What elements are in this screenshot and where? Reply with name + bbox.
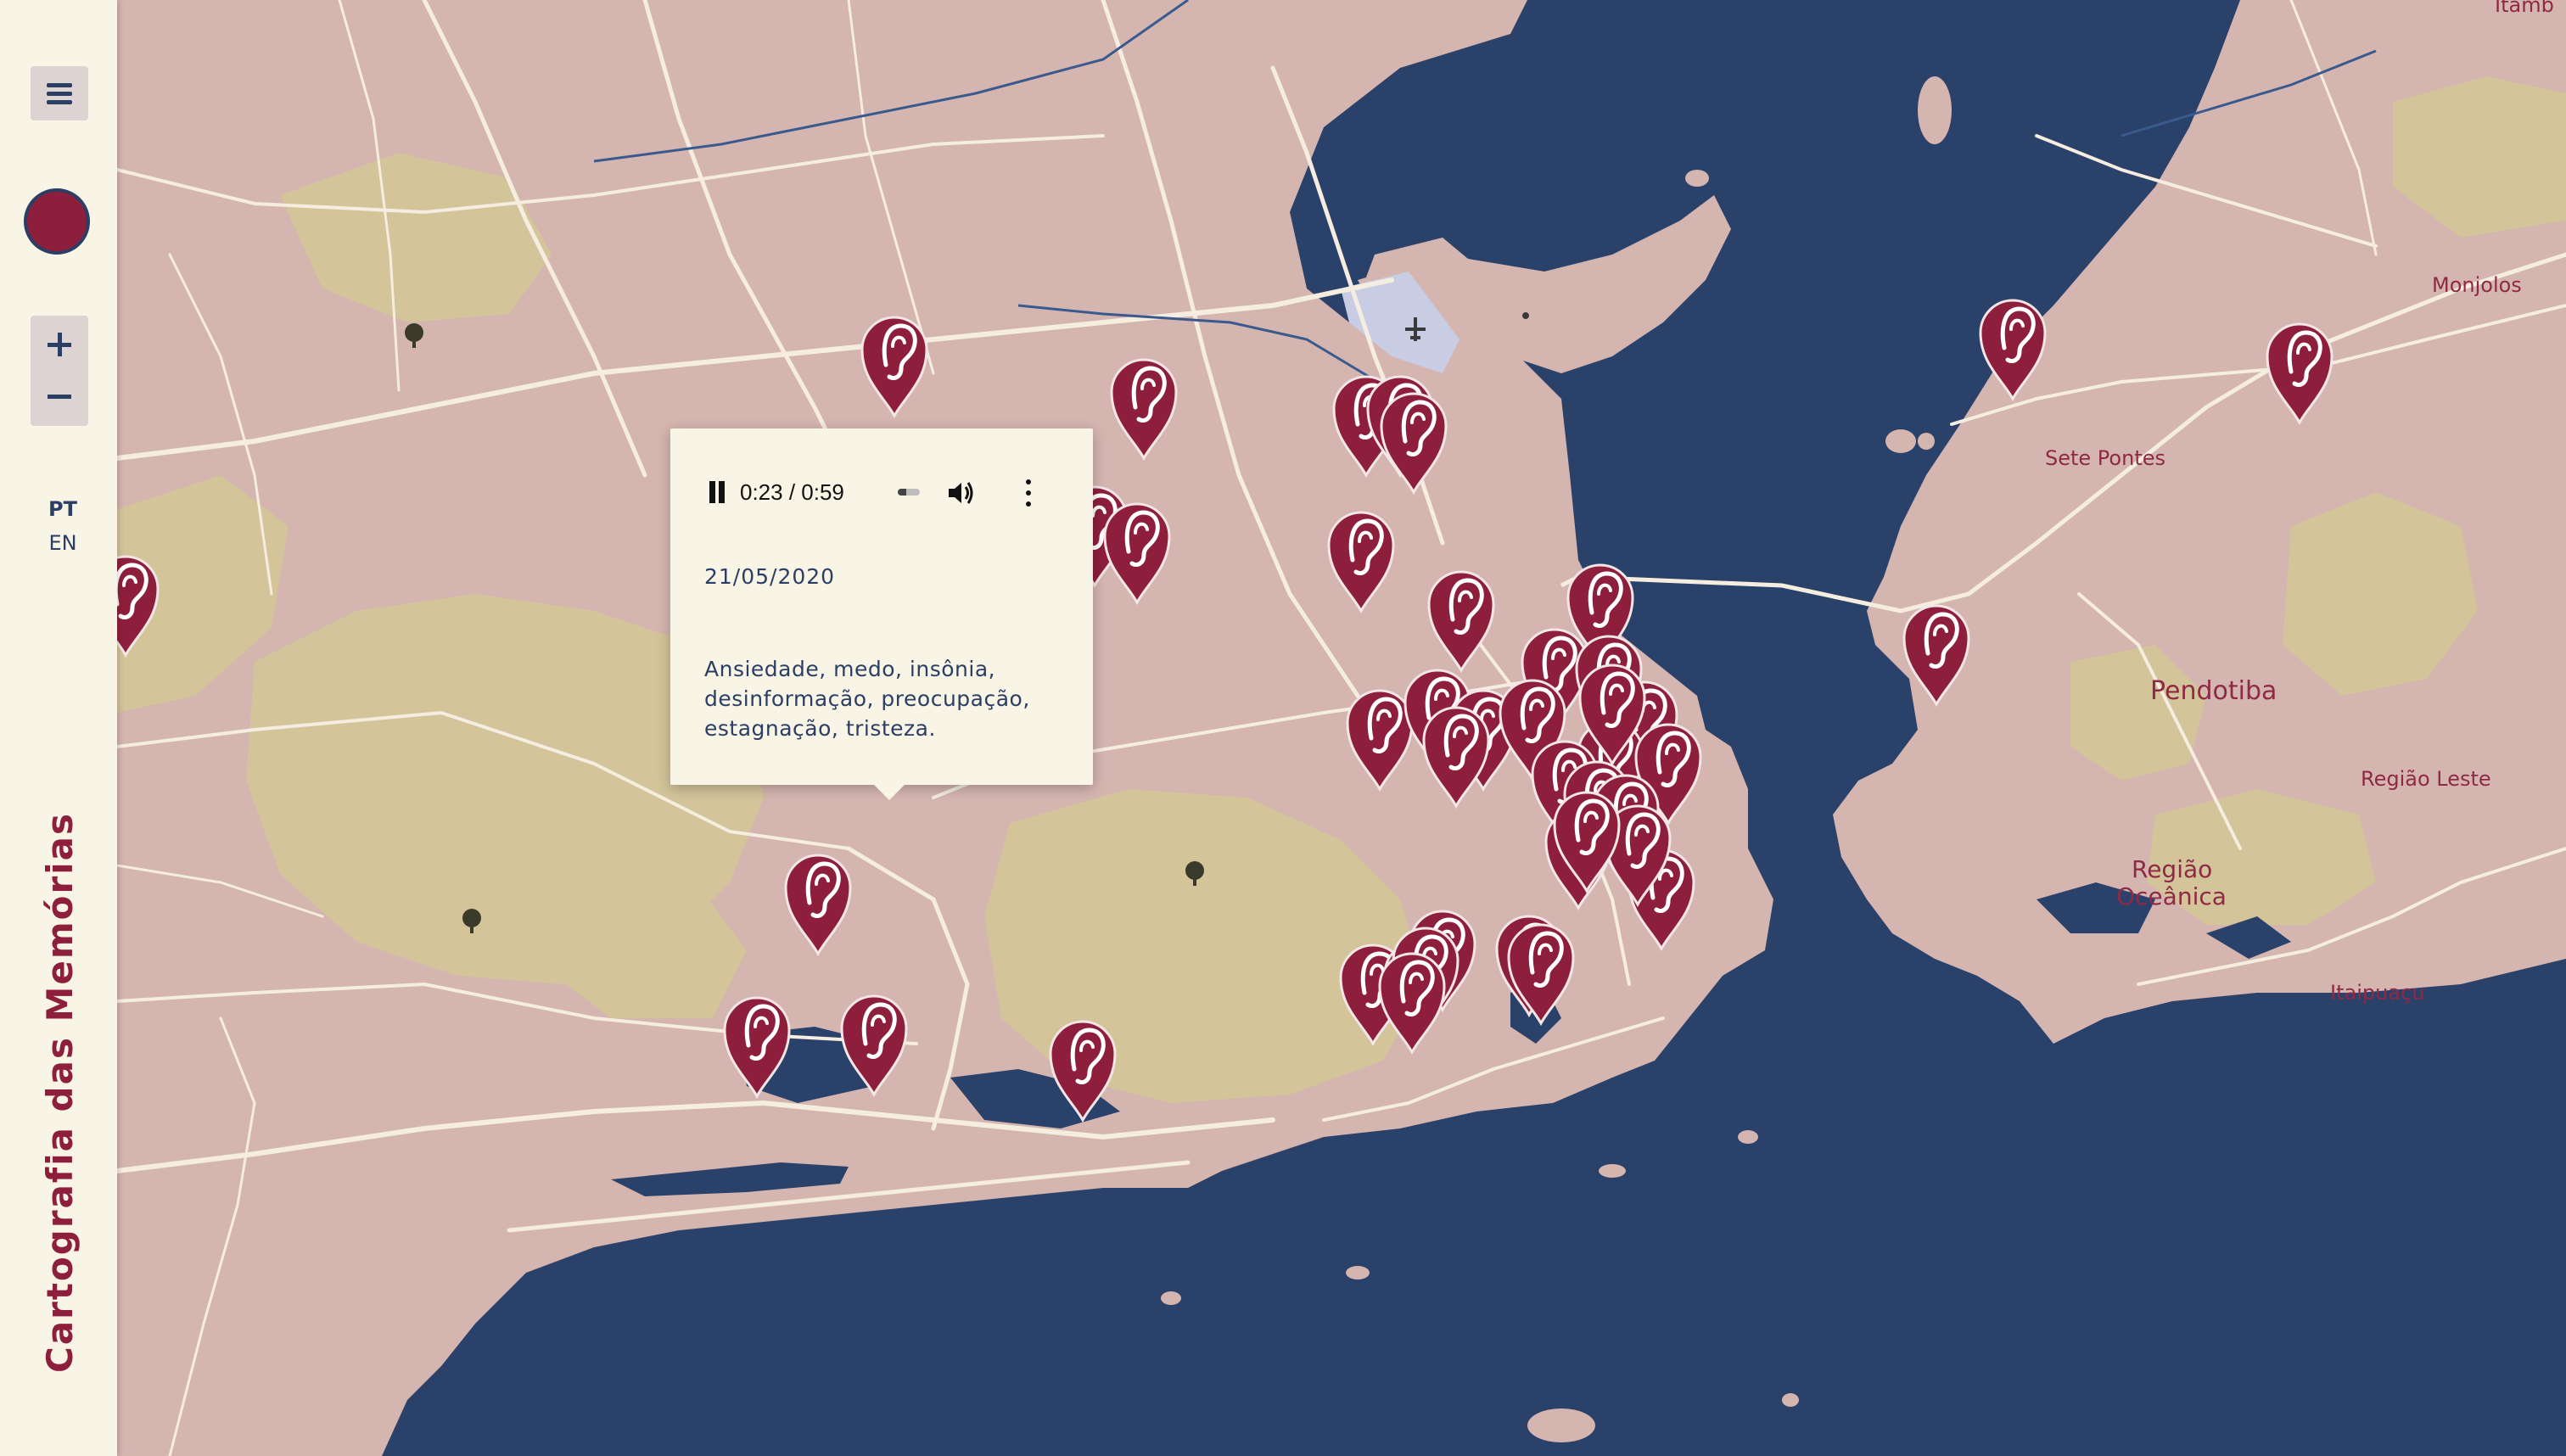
zoom-in-button[interactable] xyxy=(31,316,88,371)
place-label-itamb: Itamb xyxy=(2495,0,2554,17)
island xyxy=(1918,76,1952,144)
island xyxy=(1738,1130,1758,1144)
place-label-regiao: Região xyxy=(2132,855,2212,883)
map[interactable]: Monjolos Sete Pontes Pendotiba Região Le… xyxy=(0,0,2566,1456)
audio-progress-bar[interactable] xyxy=(898,489,920,496)
place-label-oceanica: Oceânica xyxy=(2116,882,2227,910)
island xyxy=(1885,429,1916,453)
pause-icon[interactable] xyxy=(708,481,726,503)
place-label-pendotiba: Pendotiba xyxy=(2150,676,2277,706)
island xyxy=(1685,170,1709,187)
place-dot xyxy=(1522,312,1529,319)
site-title: Cartografia das Memórias xyxy=(39,812,81,1373)
hamburger-icon xyxy=(47,83,72,87)
memory-description: Ansiedade, medo, insônia, desinformação,… xyxy=(704,657,1030,741)
audio-player: 0:23 / 0:59 xyxy=(699,462,1073,522)
island xyxy=(1599,1164,1626,1178)
island xyxy=(1782,1393,1799,1407)
record-button[interactable] xyxy=(24,188,90,255)
audio-time: 0:23 / 0:59 xyxy=(740,479,844,505)
island xyxy=(1527,1408,1595,1442)
audio-progress-fill xyxy=(898,489,907,496)
island xyxy=(1161,1291,1181,1305)
memory-popup: 0:23 / 0:59 21/05/2020 Ansiedade, medo, … xyxy=(670,428,1093,800)
hamburger-icon xyxy=(47,100,72,104)
zoom-control xyxy=(31,316,88,426)
place-label-regiao-leste: Região Leste xyxy=(2361,767,2491,791)
more-options-icon[interactable] xyxy=(1023,476,1032,510)
place-label-sete-pontes: Sete Pontes xyxy=(2045,446,2165,470)
memory-date: 21/05/2020 xyxy=(704,564,836,589)
sidebar: PT EN Cartografia das Memórias xyxy=(0,0,117,1456)
language-pt-link[interactable]: PT xyxy=(0,497,126,521)
hamburger-icon xyxy=(47,92,72,96)
place-label-itaipuacu: Itaipuaçu xyxy=(2330,981,2424,1005)
zoom-out-button[interactable] xyxy=(31,371,88,426)
volume-icon[interactable] xyxy=(945,478,976,508)
place-label-monjolos: Monjolos xyxy=(2432,273,2522,297)
island xyxy=(1346,1266,1370,1280)
language-en-link[interactable]: EN xyxy=(0,531,126,555)
menu-button[interactable] xyxy=(31,66,88,120)
island xyxy=(1918,433,1935,450)
